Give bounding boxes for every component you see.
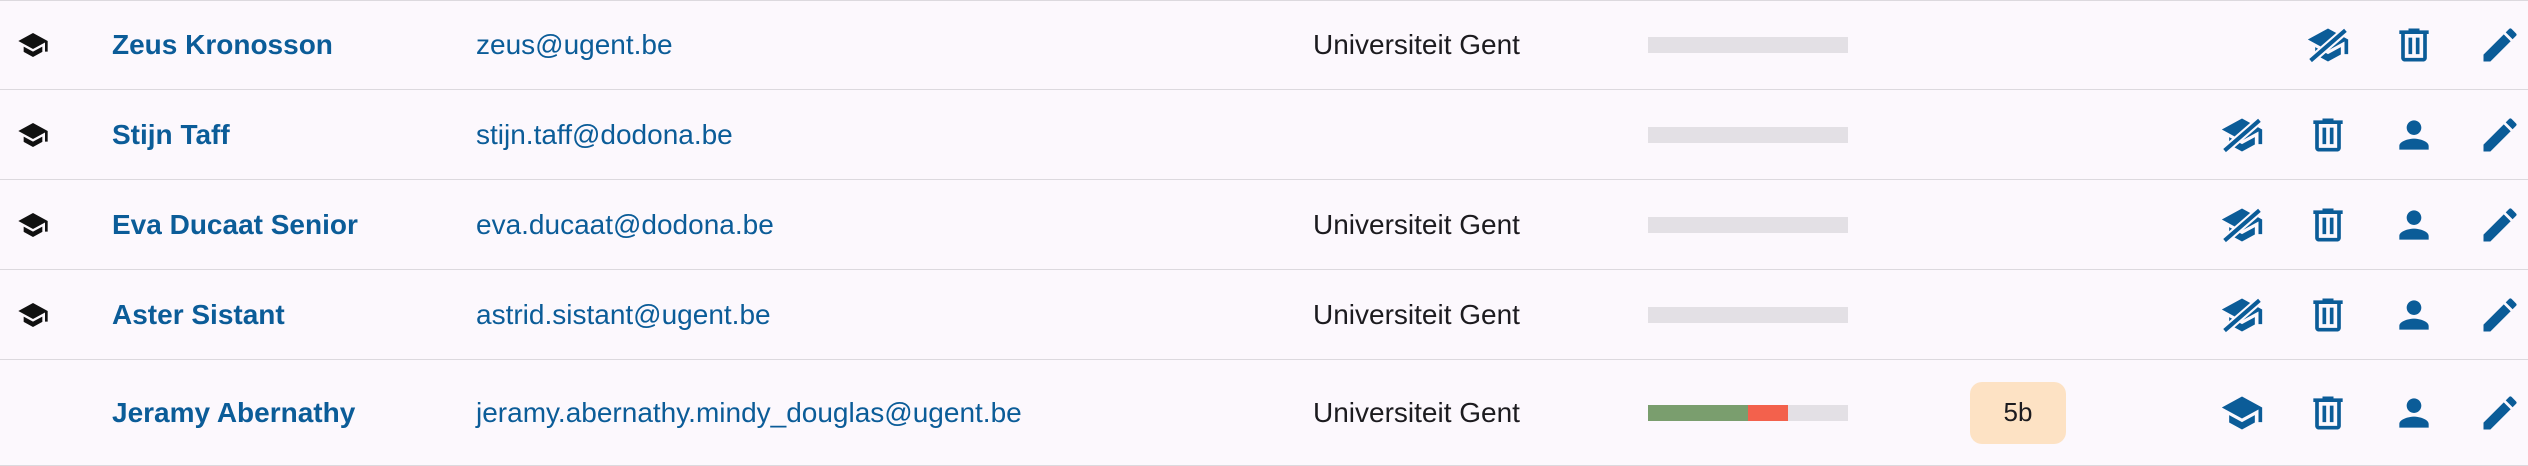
table-row: Stijn Taff stijn.taff@dodona.be [0,90,2528,180]
user-name-link[interactable]: Jeramy Abernathy [112,397,355,429]
user-institution: Universiteit Gent [1313,29,1520,60]
edit-button[interactable] [2474,199,2526,251]
delete-icon [2306,203,2350,247]
progress-bar [1648,216,1848,233]
school-icon [17,119,49,151]
delete-icon [2306,293,2350,337]
edit-icon [2478,293,2522,337]
delete-button[interactable] [2302,199,2354,251]
remove-admin-icon [2306,23,2350,67]
table-row: Zeus Kronosson zeus@ugent.be Universiteit … [0,0,2528,90]
remove-admin-button[interactable] [2302,19,2354,71]
impersonate-button[interactable] [2388,289,2440,341]
edit-icon [2478,113,2522,157]
progress-bar [1648,37,1848,53]
edit-button[interactable] [2474,387,2526,439]
user-name-link[interactable]: Eva Ducaat Senior [112,209,358,241]
edit-icon [2478,23,2522,67]
impersonate-button[interactable] [2388,387,2440,439]
make-admin-icon [2220,391,2264,435]
user-email-link[interactable]: astrid.sistant@ugent.be [476,299,771,331]
table-row: Aster Sistant astrid.sistant@ugent.be Univ… [0,270,2528,360]
school-icon [17,209,49,241]
edit-button[interactable] [2474,289,2526,341]
users-table: Zeus Kronosson zeus@ugent.be Universiteit … [0,0,2528,466]
user-email-link[interactable]: jeramy.abernathy.mindy_douglas@ugent.be [476,397,1022,429]
remove-admin-icon [2220,113,2264,157]
make-admin-button[interactable] [2216,387,2268,439]
edit-icon [2478,203,2522,247]
remove-admin-icon [2220,203,2264,247]
edit-icon [2478,391,2522,435]
progress-correct-segment [1648,404,1748,421]
user-institution: Universiteit Gent [1313,298,1520,330]
user-name-link[interactable]: Aster Sistant [112,299,285,331]
delete-button[interactable] [2302,387,2354,439]
delete-icon [2306,391,2350,435]
progress-bar [1648,126,1848,143]
remove-admin-button[interactable] [2216,109,2268,161]
impersonate-button[interactable] [2388,109,2440,161]
impersonate-icon [2392,203,2436,247]
delete-button[interactable] [2302,289,2354,341]
delete-icon [2392,23,2436,67]
progress-wrong-segment [1748,404,1788,421]
impersonate-button[interactable] [2388,199,2440,251]
user-email-link[interactable]: eva.ducaat@dodona.be [476,209,774,241]
impersonate-icon [2392,391,2436,435]
edit-button[interactable] [2474,19,2526,71]
impersonate-icon [2392,293,2436,337]
status-badge: 5b [1970,381,2066,444]
delete-icon [2306,113,2350,157]
table-row: Jeramy Abernathy jeramy.abernathy.mindy_d… [0,360,2528,466]
impersonate-icon [2392,113,2436,157]
delete-button[interactable] [2302,109,2354,161]
user-email-link[interactable]: zeus@ugent.be [476,29,673,61]
remove-admin-button[interactable] [2216,289,2268,341]
remove-admin-icon [2220,293,2264,337]
user-name-link[interactable]: Zeus Kronosson [112,29,333,61]
delete-button[interactable] [2388,19,2440,71]
user-email-link[interactable]: stijn.taff@dodona.be [476,119,733,151]
school-icon [17,299,49,331]
user-name-link[interactable]: Stijn Taff [112,119,230,151]
progress-bar [1648,404,1848,421]
table-row: Eva Ducaat Senior eva.ducaat@dodona.be Uni… [0,180,2528,270]
remove-admin-button[interactable] [2216,199,2268,251]
school-icon [17,29,49,61]
user-institution: Universiteit Gent [1313,208,1520,240]
user-institution: Universiteit Gent [1313,396,1520,428]
progress-bar [1648,306,1848,323]
edit-button[interactable] [2474,109,2526,161]
